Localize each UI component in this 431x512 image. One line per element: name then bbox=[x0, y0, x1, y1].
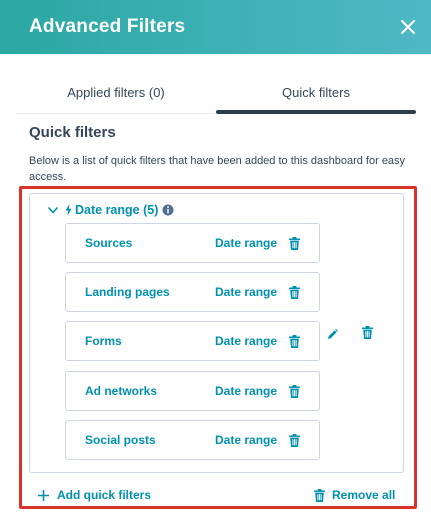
tab-bar: Applied filters (0) Quick filters bbox=[16, 78, 416, 114]
close-icon bbox=[401, 20, 415, 34]
highlight-frame bbox=[19, 186, 417, 509]
tab-quick-filters[interactable]: Quick filters bbox=[216, 78, 416, 114]
tab-label: Quick filters bbox=[282, 85, 350, 100]
modal-header: Advanced Filters bbox=[0, 0, 431, 54]
active-tab-indicator bbox=[216, 110, 416, 114]
close-button[interactable] bbox=[396, 14, 420, 40]
section-title: Quick filters bbox=[29, 124, 116, 141]
tab-divider bbox=[16, 113, 216, 114]
tab-applied-filters[interactable]: Applied filters (0) bbox=[16, 78, 216, 114]
modal-title: Advanced Filters bbox=[29, 16, 186, 37]
tab-label: Applied filters (0) bbox=[67, 85, 165, 100]
section-description: Below is a list of quick filters that ha… bbox=[29, 155, 406, 183]
